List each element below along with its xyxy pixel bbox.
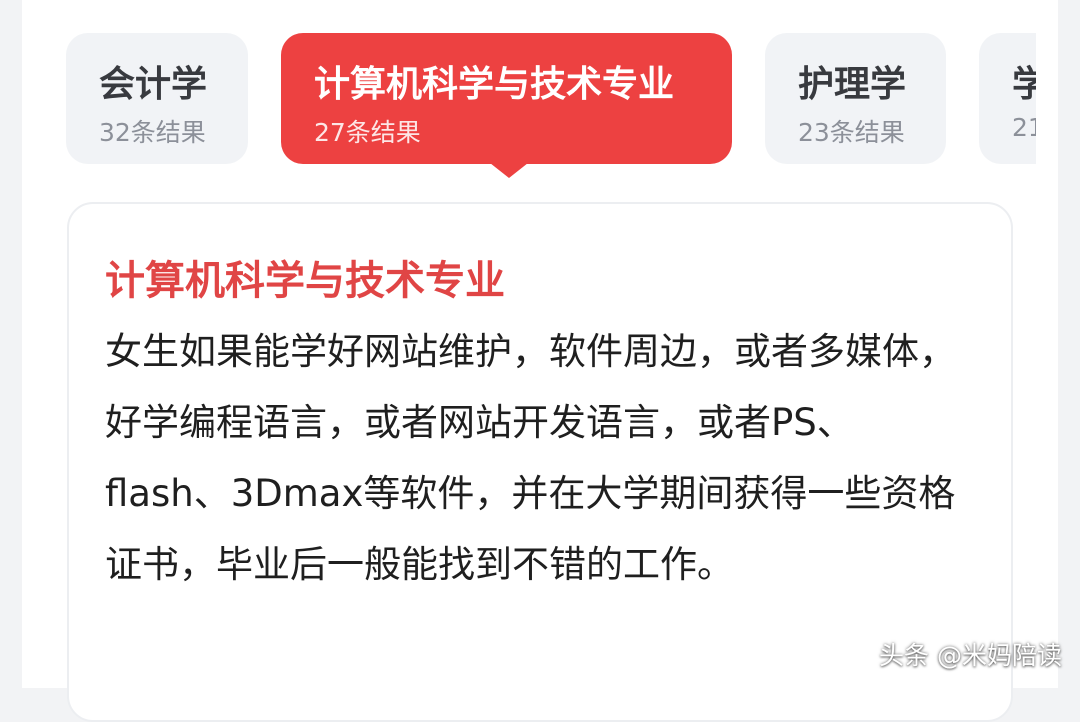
- active-tab-pointer: [490, 163, 528, 178]
- result-panel: 会计学 32条结果 计算机科学与技术专业 27条结果 护理学 23条结果 学 2…: [22, 0, 1058, 722]
- tab-partial[interactable]: 学 21: [979, 33, 1036, 164]
- tab-result-count: 32条结果: [99, 118, 206, 147]
- tab-result-count: 27条结果: [314, 118, 421, 147]
- tab-name: 护理学: [798, 64, 907, 105]
- tab-name: 计算机科学与技术专业: [314, 64, 675, 105]
- card-title: 计算机科学与技术专业: [105, 258, 505, 304]
- tab-name: 学: [1012, 64, 1036, 105]
- tab-result-count: 23条结果: [798, 118, 905, 147]
- tab-accounting[interactable]: 会计学 32条结果: [66, 33, 248, 164]
- tab-nursing[interactable]: 护理学 23条结果: [765, 33, 946, 164]
- tab-name: 会计学: [99, 64, 208, 105]
- tab-result-count: 21: [1012, 113, 1036, 142]
- card-body-text: 女生如果能学好网站维护，软件周边，或者多媒体，好学编程语言，或者网站开发语言，或…: [105, 330, 956, 586]
- tab-computer-science[interactable]: 计算机科学与技术专业 27条结果: [281, 33, 732, 164]
- major-description-card: 计算机科学与技术专业 女生如果能学好网站维护，软件周边，或者多媒体，好学编程语言…: [67, 202, 1013, 722]
- watermark: 头条 @米妈陪读: [879, 641, 1062, 670]
- tab-scroll-area[interactable]: 会计学 32条结果 计算机科学与技术专业 27条结果 护理学 23条结果 学 2…: [22, 0, 1036, 200]
- category-tab-strip[interactable]: 会计学 32条结果 计算机科学与技术专业 27条结果 护理学 23条结果 学 2…: [22, 0, 1058, 200]
